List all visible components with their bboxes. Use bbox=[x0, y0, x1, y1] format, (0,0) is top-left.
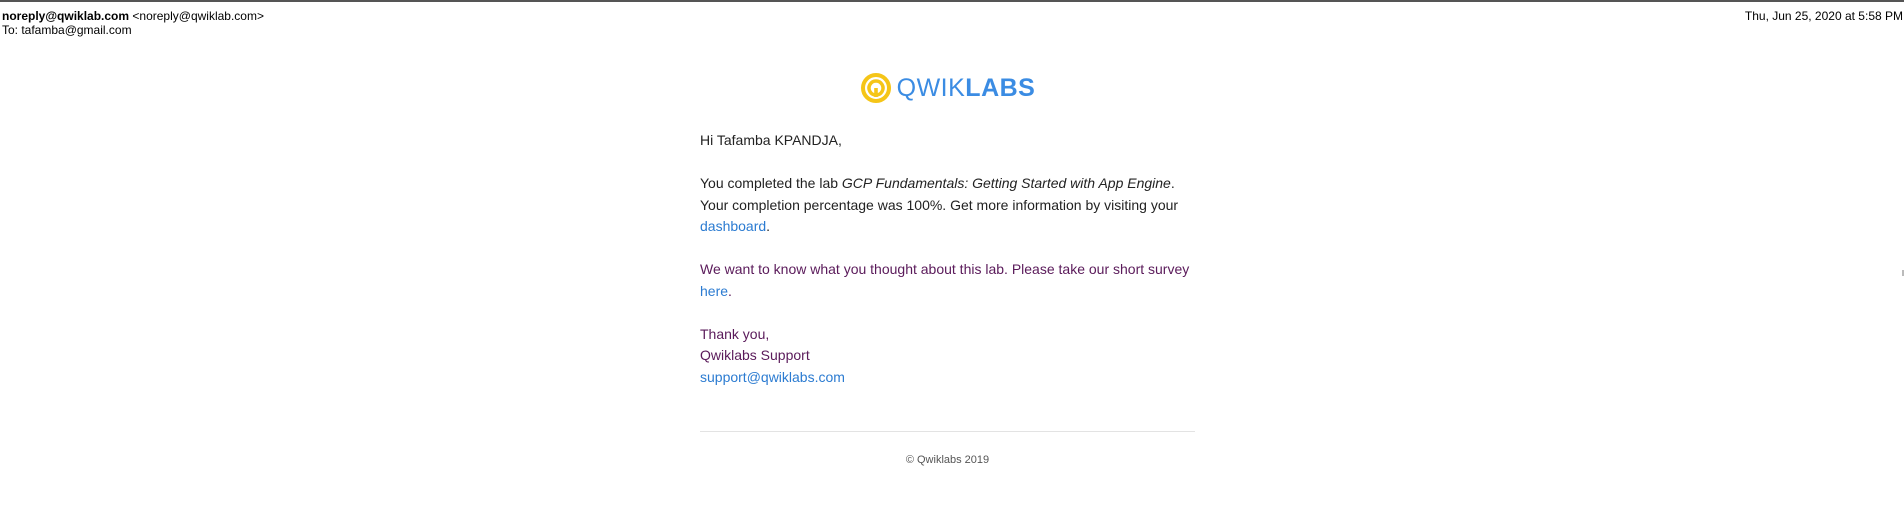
completed-prefix: You completed the lab bbox=[700, 175, 842, 191]
signoff: Thank you, Qwiklabs Support support@qwikla… bbox=[700, 324, 1195, 389]
survey-prefix: We want to know what you thought about t… bbox=[700, 261, 1190, 277]
completion-paragraph: You completed the lab GCP Fundamentals: … bbox=[700, 173, 1195, 238]
survey-suffix: . bbox=[728, 282, 732, 299]
survey-link[interactable]: here bbox=[700, 283, 728, 299]
logo-wordmark: QWIKLABS bbox=[897, 74, 1036, 103]
from-line: noreply@qwiklab.com <noreply@qwiklab.com… bbox=[2, 9, 1904, 23]
completed-suffix: . bbox=[1170, 175, 1175, 191]
support-email-link[interactable]: support@qwiklabs.com bbox=[700, 369, 845, 385]
dashboard-link[interactable]: dashboard bbox=[700, 218, 766, 234]
dashboard-suffix: . bbox=[766, 218, 771, 234]
email-date: Thu, Jun 25, 2020 at 5:58 PM bbox=[1744, 9, 1903, 23]
email-view: noreply@qwiklab.com <noreply@qwiklab.com… bbox=[0, 0, 1904, 527]
thanks-text: Thank you, bbox=[700, 325, 770, 342]
qwiklabs-logo: QWIKLABS bbox=[700, 68, 1195, 108]
copyright: © Qwiklabs 2019 bbox=[905, 454, 990, 466]
logo-text-light: QWIK bbox=[896, 73, 966, 102]
signature: Qwiklabs Support bbox=[700, 347, 810, 363]
email-body: QWIKLABS Hi Tafamba KPANDJA, You complet… bbox=[700, 68, 1195, 466]
greeting: Hi Tafamba KPANDJA, bbox=[700, 132, 842, 148]
qwiklabs-logo-icon bbox=[860, 73, 891, 103]
email-footer: © Qwiklabs 2019 bbox=[700, 431, 1195, 466]
logo-text-bold: LABS bbox=[965, 73, 1036, 102]
message-text: Hi Tafamba KPANDJA, You completed the la… bbox=[700, 130, 1195, 388]
recipient-line: To: tafamba@gmail.com bbox=[2, 23, 132, 37]
sender-address: <noreply@qwiklab.com> bbox=[132, 9, 264, 23]
percentage-text: Your completion percentage was 100%. Get… bbox=[700, 196, 1179, 213]
email-header: noreply@qwiklab.com <noreply@qwiklab.com… bbox=[2, 9, 1904, 39]
survey-paragraph: We want to know what you thought about t… bbox=[700, 259, 1195, 302]
lab-name: GCP Fundamentals: Getting Started with A… bbox=[841, 175, 1171, 191]
sender-name: noreply@qwiklab.com bbox=[2, 9, 130, 23]
